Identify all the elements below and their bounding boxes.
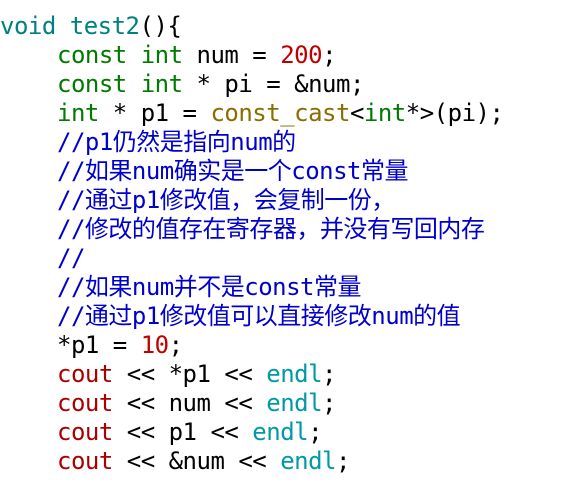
- code-token-plain: << &num <<: [112, 447, 281, 475]
- code-line: cout << num << endl;: [0, 389, 503, 418]
- code-token-endl: endl: [252, 418, 309, 446]
- code-line: cout << p1 << endl;: [0, 418, 503, 447]
- code-token-plain: ;: [308, 418, 323, 446]
- code-token-stream: cout: [57, 418, 113, 446]
- code-line: cout << *p1 << endl;: [0, 360, 503, 389]
- code-token-num: 10: [140, 331, 169, 359]
- code-token-comment: //如果num并不是const常量: [57, 273, 362, 301]
- code-token-stream: cout: [57, 389, 113, 417]
- code-token-kw: const: [57, 41, 127, 69]
- code-token-endl: endl: [266, 389, 323, 417]
- code-token-comment: //通过p1修改值，会复制一份，: [57, 186, 395, 214]
- code-token-plain: num =: [182, 41, 281, 69]
- code-line: const int * pi = &num;: [0, 70, 503, 99]
- code-line: void test2(){: [0, 12, 503, 41]
- code-token-plain: ;: [322, 41, 337, 69]
- code-token-comment: //p1仍然是指向num的: [57, 128, 296, 156]
- code-token-plain: *p1 =: [57, 331, 141, 359]
- code-editor[interactable]: void test2(){const int num = 200; const i…: [0, 12, 504, 476]
- code-token-comment: //: [57, 244, 85, 272]
- code-token-plain: ;: [168, 331, 183, 359]
- code-token-num: 200: [280, 41, 323, 69]
- code-token-plain: * pi = &num;: [182, 70, 365, 98]
- code-token-comment: //修改的值存在寄存器，并没有写回内存: [57, 215, 485, 243]
- code-token-stream: cout: [57, 447, 113, 475]
- code-token-kw: int: [57, 99, 99, 127]
- code-token-plain: ;: [322, 360, 336, 388]
- code-token-comment: //通过p1修改值可以直接修改num的值: [57, 302, 461, 330]
- code-token-plain: *>(pi);: [405, 99, 504, 127]
- code-line: //通过p1修改值，会复制一份，: [0, 186, 503, 215]
- code-token-kw: const: [57, 70, 127, 98]
- code-token-plain: << p1 <<: [112, 418, 253, 446]
- code-token-plain: <: [349, 99, 364, 127]
- code-token-plain: (){: [139, 12, 182, 40]
- code-line: *p1 = 10;: [0, 331, 503, 360]
- code-token-cast: const_cast: [210, 99, 350, 127]
- code-token-comment: //如果num确实是一个const常量: [57, 157, 409, 185]
- code-token-plain: ;: [322, 389, 336, 417]
- code-line: //: [0, 244, 503, 273]
- code-token-kw: int: [363, 99, 406, 127]
- code-token-kw: int: [140, 70, 183, 98]
- code-token-plain: << num <<: [112, 389, 267, 417]
- code-token-plain: ;: [335, 447, 350, 475]
- code-token-plain: << *p1 <<: [112, 360, 267, 388]
- code-token-stream: cout: [57, 360, 113, 388]
- code-token-plain: * p1 =: [98, 99, 211, 127]
- code-token-endl: endl: [266, 360, 323, 388]
- code-token-endl: endl: [280, 447, 336, 475]
- code-line: //如果num并不是const常量: [0, 273, 503, 302]
- code-token-type: test2: [69, 12, 140, 40]
- code-token-type: void: [0, 12, 56, 40]
- code-line: int * p1 = const_cast<int*>(pi);: [0, 99, 504, 128]
- code-line: //p1仍然是指向num的: [0, 128, 503, 157]
- code-line: cout << &num << endl;: [0, 447, 503, 476]
- code-token-kw: int: [140, 41, 183, 69]
- code-line: //修改的值存在寄存器，并没有写回内存: [0, 215, 503, 244]
- code-line: //通过p1修改值可以直接修改num的值: [0, 302, 503, 331]
- code-line: //如果num确实是一个const常量: [0, 157, 503, 186]
- code-line: const int num = 200;: [0, 41, 503, 70]
